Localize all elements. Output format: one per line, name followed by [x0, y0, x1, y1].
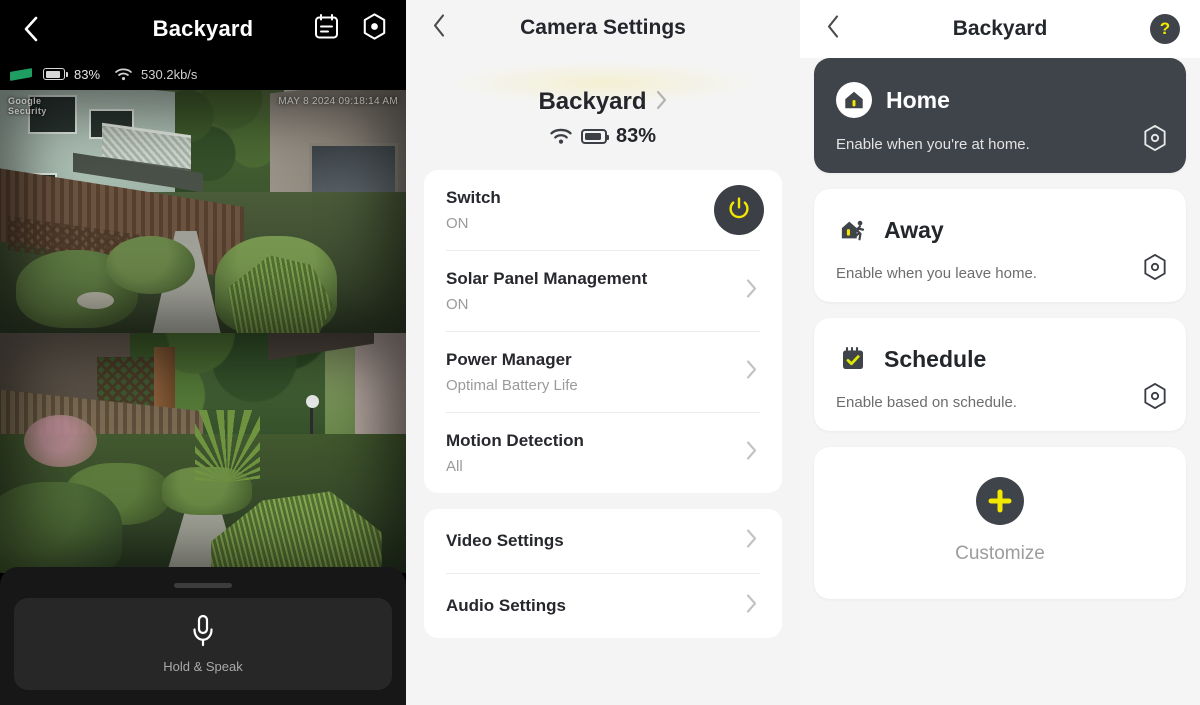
back-chevron-icon[interactable]: [18, 16, 44, 42]
wifi-icon: [550, 128, 572, 145]
microphone-icon: [190, 614, 216, 655]
hold-and-speak-button[interactable]: Hold & Speak: [14, 598, 392, 690]
help-label: ?: [1159, 19, 1171, 38]
customize-card[interactable]: Customize: [814, 447, 1186, 599]
battery-icon: [580, 129, 609, 144]
modes-title: Backyard: [952, 17, 1048, 40]
sheet-grabber[interactable]: [174, 583, 232, 588]
home-house-icon: [836, 82, 872, 118]
modes-panel: Backyard ? Home Enable when you're at ho…: [800, 0, 1200, 705]
camera-feed-upper[interactable]: Google Security MAY 8 2024 09:18:14 AM: [0, 90, 406, 333]
customize-label: Customize: [955, 543, 1045, 564]
live-view-panel: Backyard 83% 530.2kb/s Google Security M…: [0, 0, 406, 705]
mode-card-home[interactable]: Home Enable when you're at home.: [814, 58, 1186, 173]
feed-upper-scene: [0, 90, 406, 333]
modes-header: Backyard ?: [800, 0, 1200, 58]
settings-title: Camera Settings: [520, 16, 686, 39]
chevron-right-icon: [745, 359, 758, 386]
setting-row-video-settings[interactable]: Video Settings: [446, 509, 760, 574]
power-toggle-button[interactable]: [714, 185, 764, 235]
hex-settings-icon[interactable]: [1142, 124, 1168, 157]
settings-group-primary: Switch ON Solar Panel Management ON Powe…: [424, 170, 782, 493]
setting-row-motion-detection[interactable]: Motion Detection All: [446, 413, 760, 493]
setting-label: Video Settings: [446, 531, 564, 550]
calendar-check-icon: [836, 342, 870, 376]
chevron-right-icon: [745, 528, 758, 555]
chevron-right-icon: [655, 89, 668, 116]
device-name: Backyard: [538, 88, 647, 115]
setting-label: Audio Settings: [446, 596, 566, 615]
setting-value: All: [446, 458, 463, 475]
setting-label: Power Manager: [446, 350, 572, 369]
back-chevron-icon[interactable]: [826, 15, 840, 44]
away-running-person-icon: [836, 213, 870, 247]
back-chevron-icon[interactable]: [432, 14, 446, 43]
mode-description: Enable when you leave home.: [836, 265, 1037, 282]
feed-lower-scene: [0, 333, 406, 573]
calendar-events-icon[interactable]: [314, 14, 339, 45]
mode-card-away[interactable]: Away Enable when you leave home.: [814, 189, 1186, 302]
settings-header: Camera Settings: [406, 0, 800, 56]
feed-timestamp: MAY 8 2024 09:18:14 AM: [278, 96, 398, 107]
battery-icon: [43, 68, 68, 80]
device-battery-percent: 83%: [615, 125, 657, 147]
mode-title: Home: [886, 86, 950, 113]
wifi-icon: [115, 68, 132, 81]
device-meta: 83%: [406, 125, 800, 148]
setting-row-switch[interactable]: Switch ON: [446, 170, 764, 251]
camera-feed-lower[interactable]: [0, 333, 406, 573]
setting-value: Optimal Battery Life: [446, 377, 578, 394]
camera-feed-stack: Google Security MAY 8 2024 09:18:14 AM: [0, 90, 406, 573]
battery-percent-label: 83%: [74, 66, 101, 82]
live-view-header-actions: [314, 13, 388, 46]
chevron-right-icon: [745, 278, 758, 305]
help-question-icon[interactable]: ?: [1150, 14, 1180, 44]
mode-card-header: Home: [836, 82, 1164, 118]
settings-group-media: Video Settings Audio Settings: [424, 509, 782, 638]
setting-label: Solar Panel Management: [446, 269, 648, 288]
device-summary: Backyard 83%: [406, 56, 800, 170]
solar-signal-icon: [10, 67, 32, 81]
device-name-row[interactable]: Backyard: [406, 88, 800, 116]
power-icon: [727, 196, 751, 225]
hex-settings-icon[interactable]: [1142, 253, 1168, 286]
setting-value: ON: [446, 215, 469, 232]
live-status-strip: 83% 530.2kb/s: [0, 58, 406, 90]
chevron-right-icon: [745, 440, 758, 467]
mode-card-header: Away: [836, 213, 1164, 247]
three-panel-screenshot: Backyard 83% 530.2kb/s Google Security M…: [0, 0, 1200, 705]
feed-watermark: Google Security: [8, 96, 47, 116]
setting-row-power-manager[interactable]: Power Manager Optimal Battery Life: [446, 332, 760, 413]
mode-description: Enable based on schedule.: [836, 394, 1017, 411]
hex-settings-icon[interactable]: [1142, 382, 1168, 415]
setting-label: Switch: [446, 188, 501, 207]
setting-label: Motion Detection: [446, 431, 584, 450]
live-view-header: Backyard: [0, 0, 406, 58]
camera-settings-panel: Camera Settings Backyard 83% Switch ON S…: [406, 0, 800, 705]
mode-description: Enable when you're at home.: [836, 136, 1030, 153]
hold-and-speak-label: Hold & Speak: [163, 659, 243, 674]
mode-card-header: Schedule: [836, 342, 1164, 376]
network-rate-label: 530.2kb/s: [141, 66, 198, 82]
chevron-right-icon: [745, 593, 758, 620]
plus-icon: [976, 477, 1024, 525]
mode-title: Away: [884, 216, 944, 243]
setting-value: ON: [446, 296, 469, 313]
intercom-sheet: Hold & Speak: [0, 567, 406, 705]
setting-row-audio-settings[interactable]: Audio Settings: [446, 574, 760, 638]
setting-row-solar-panel-management[interactable]: Solar Panel Management ON: [446, 251, 760, 332]
mode-card-schedule[interactable]: Schedule Enable based on schedule.: [814, 318, 1186, 431]
hex-settings-icon[interactable]: [361, 13, 388, 46]
mode-title: Schedule: [884, 345, 987, 372]
